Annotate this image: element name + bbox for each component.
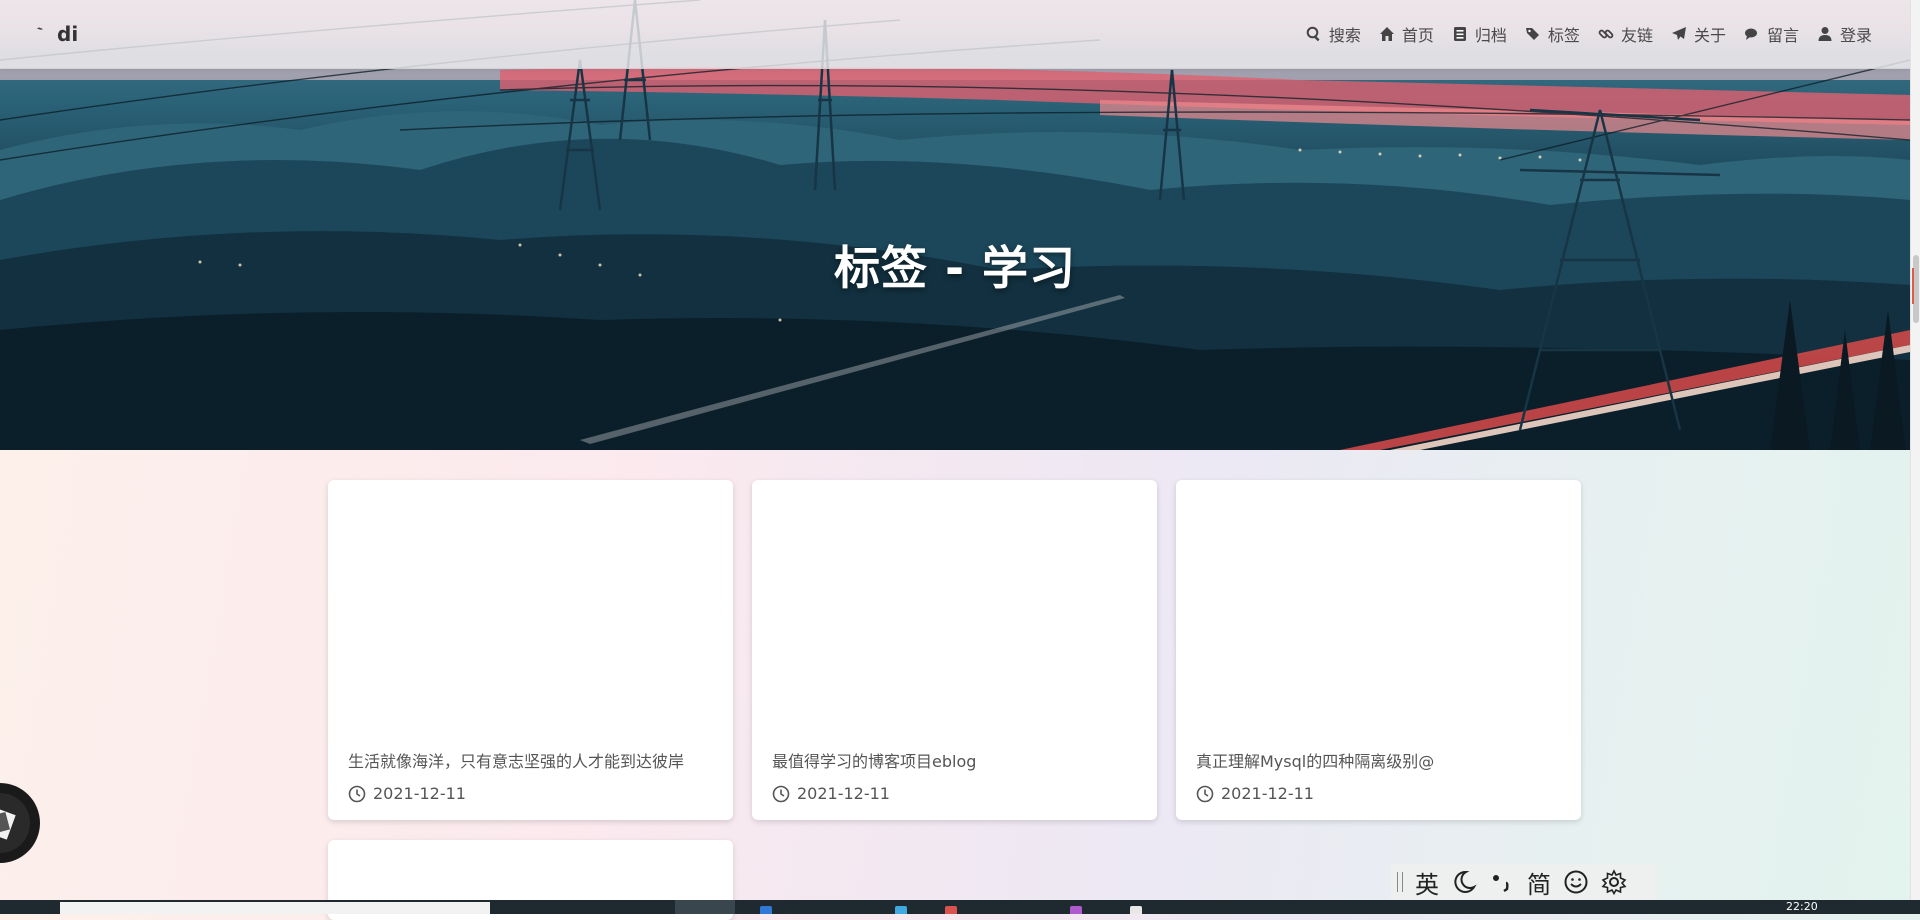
- taskbar-clock[interactable]: 22:20: [1786, 900, 1818, 913]
- taskbar-app-icon[interactable]: [760, 906, 772, 914]
- user-icon: [1818, 27, 1832, 41]
- nav-menu: 搜索 首页 归档 标签 友链 关于 留言 登录: [1306, 22, 1872, 46]
- hero-title: 标签 - 学习: [833, 241, 1077, 295]
- nav-item-tags[interactable]: 标签: [1525, 22, 1580, 46]
- taskbar-app-icon[interactable]: [1070, 906, 1082, 914]
- brand-text: di: [57, 22, 79, 46]
- scrollbar-marker: [1912, 268, 1920, 304]
- page-scrollbar[interactable]: [1910, 0, 1920, 900]
- ime-charset-toggle[interactable]: 简: [1527, 865, 1551, 900]
- post-title[interactable]: 最值得学习的博客项目eblog: [772, 748, 976, 772]
- taskbar-search-box[interactable]: [60, 902, 490, 914]
- post-title[interactable]: 生活就像海洋，只有意志坚强的人才能到达彼岸: [348, 748, 684, 772]
- nav-item-label: 标签: [1547, 26, 1580, 45]
- search-icon: [1306, 26, 1320, 42]
- taskbar-active-app[interactable]: [675, 900, 735, 914]
- top-navbar: ` di 搜索 首页 归档 标签 友链 关于 留言 登录: [0, 0, 1910, 69]
- punctuation-icon[interactable]: [1489, 869, 1515, 895]
- nav-item-label: 留言: [1766, 26, 1799, 45]
- tags-icon: [1525, 28, 1539, 40]
- archive-icon: [1453, 27, 1466, 41]
- home-icon: [1379, 27, 1394, 41]
- nav-item-label: 首页: [1401, 26, 1434, 45]
- nav-item-archive[interactable]: 归档: [1452, 22, 1507, 46]
- nav-item-guestbook[interactable]: 留言: [1744, 22, 1799, 46]
- clock-icon: [772, 785, 790, 802]
- moon-icon[interactable]: [1451, 869, 1477, 895]
- nav-item-label: 归档: [1474, 26, 1507, 45]
- taskbar-app-icon[interactable]: [1130, 906, 1142, 914]
- post-title[interactable]: 真正理解Mysql的四种隔离级别@: [1196, 748, 1434, 772]
- clock-icon: [1196, 785, 1214, 802]
- music-player-disc[interactable]: [0, 780, 44, 866]
- post-date: 2021-12-11: [772, 784, 890, 803]
- nav-item-label: 友链: [1620, 26, 1653, 45]
- post-date-text: 2021-12-11: [797, 784, 890, 803]
- post-card[interactable]: 最值得学习的博客项目eblog 2021-12-11: [752, 480, 1157, 820]
- nav-item-login[interactable]: 登录: [1817, 22, 1872, 46]
- ime-drag-handle[interactable]: [1397, 872, 1403, 892]
- taskbar-app-icon[interactable]: [895, 906, 907, 914]
- nav-item-search[interactable]: 搜索: [1306, 22, 1361, 46]
- post-date-text: 2021-12-11: [1221, 784, 1314, 803]
- paper-plane-icon: [1671, 27, 1686, 40]
- nav-item-label: 登录: [1839, 26, 1872, 45]
- site-brand[interactable]: ` di: [35, 22, 79, 46]
- ime-language-toggle[interactable]: 英: [1415, 865, 1439, 900]
- emoji-icon[interactable]: [1563, 869, 1589, 895]
- taskbar-app-icon[interactable]: [945, 906, 957, 914]
- post-date-text: 2021-12-11: [373, 784, 466, 803]
- nav-item-links[interactable]: 友链: [1598, 22, 1653, 46]
- post-card[interactable]: 生活就像海洋，只有意志坚强的人才能到达彼岸 2021-12-11: [328, 480, 733, 820]
- ime-toolbar: 英 简: [1391, 864, 1657, 900]
- os-taskbar: 22:20: [0, 900, 1920, 914]
- link-icon: [1598, 29, 1614, 39]
- nav-item-label: 搜索: [1328, 26, 1361, 45]
- gear-icon[interactable]: [1601, 869, 1627, 895]
- brand-mark-icon: `: [35, 22, 54, 46]
- nav-item-label: 关于: [1693, 26, 1726, 45]
- comments-icon: [1744, 28, 1757, 40]
- post-date: 2021-12-11: [348, 784, 466, 803]
- clock-icon: [348, 785, 366, 802]
- post-card[interactable]: 真正理解Mysql的四种隔离级别@ 2021-12-11: [1176, 480, 1581, 820]
- nav-item-home[interactable]: 首页: [1379, 22, 1434, 46]
- nav-item-about[interactable]: 关于: [1671, 22, 1726, 46]
- post-date: 2021-12-11: [1196, 784, 1314, 803]
